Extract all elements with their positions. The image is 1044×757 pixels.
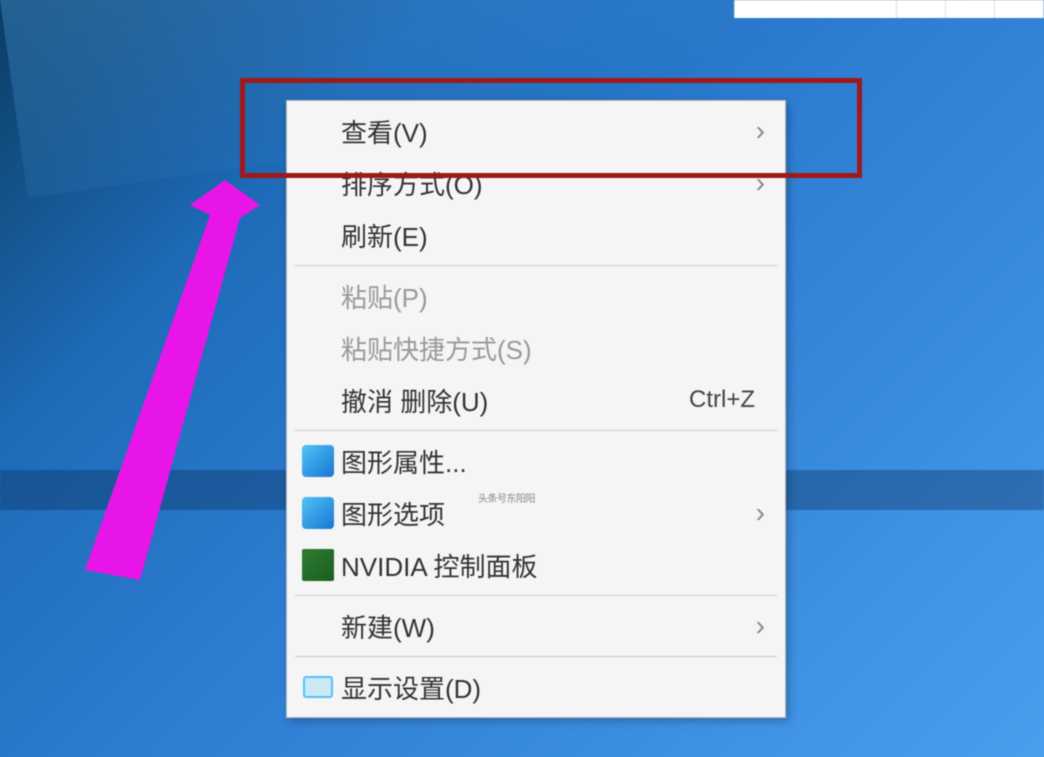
menu-icon-placeholder [295,278,341,314]
chevron-right-icon: › [756,497,765,529]
intel-icon [295,495,341,531]
menu-icon-placeholder [295,382,341,418]
menu-label: 图形属性... [341,443,765,480]
menu-shortcut: Ctrl+Z [689,386,755,414]
menu-separator [295,265,777,266]
menu-item-undo-delete[interactable]: 撤消 删除(U) Ctrl+Z [287,374,785,426]
intel-icon [295,443,341,479]
menu-separator [295,656,777,657]
display-settings-icon [295,669,341,705]
menu-icon-placeholder [295,330,341,366]
chevron-right-icon: › [756,610,765,642]
annotation-arrow [70,170,270,600]
menu-item-graphics-properties[interactable]: 图形属性... [287,435,785,487]
menu-item-paste-shortcut: 粘贴快捷方式(S) [287,322,785,374]
menu-label: NVIDIA 控制面板 [341,547,765,584]
menu-item-new[interactable]: 新建(W) › [287,600,785,652]
menu-label: 图形选项 [341,495,756,532]
menu-label: 显示设置(D) [341,669,765,706]
menu-item-graphics-options[interactable]: 图形选项 › [287,487,785,539]
desktop-context-menu: 查看(V) › 排序方式(O) › 刷新(E) 粘贴(P) 粘贴快捷方式(S) … [286,100,786,718]
menu-item-display-settings[interactable]: 显示设置(D) [287,661,785,713]
menu-label: 粘贴(P) [341,278,765,315]
menu-label: 撤消 删除(U) [341,382,689,419]
menu-label: 刷新(E) [341,217,765,254]
menu-icon-placeholder [295,217,341,253]
menu-icon-placeholder [295,608,341,644]
menu-label: 新建(W) [341,608,756,645]
menu-item-refresh[interactable]: 刷新(E) [287,209,785,261]
menu-separator [295,595,777,596]
menu-label: 粘贴快捷方式(S) [341,330,765,367]
annotation-highlight-box [240,78,862,178]
top-window-fragment [734,0,1044,18]
watermark-text: 头条号东阳阳 [478,490,535,505]
menu-item-nvidia-control-panel[interactable]: NVIDIA 控制面板 [287,539,785,591]
menu-item-paste: 粘贴(P) [287,270,785,322]
nvidia-icon [295,547,341,583]
menu-separator [295,430,777,431]
